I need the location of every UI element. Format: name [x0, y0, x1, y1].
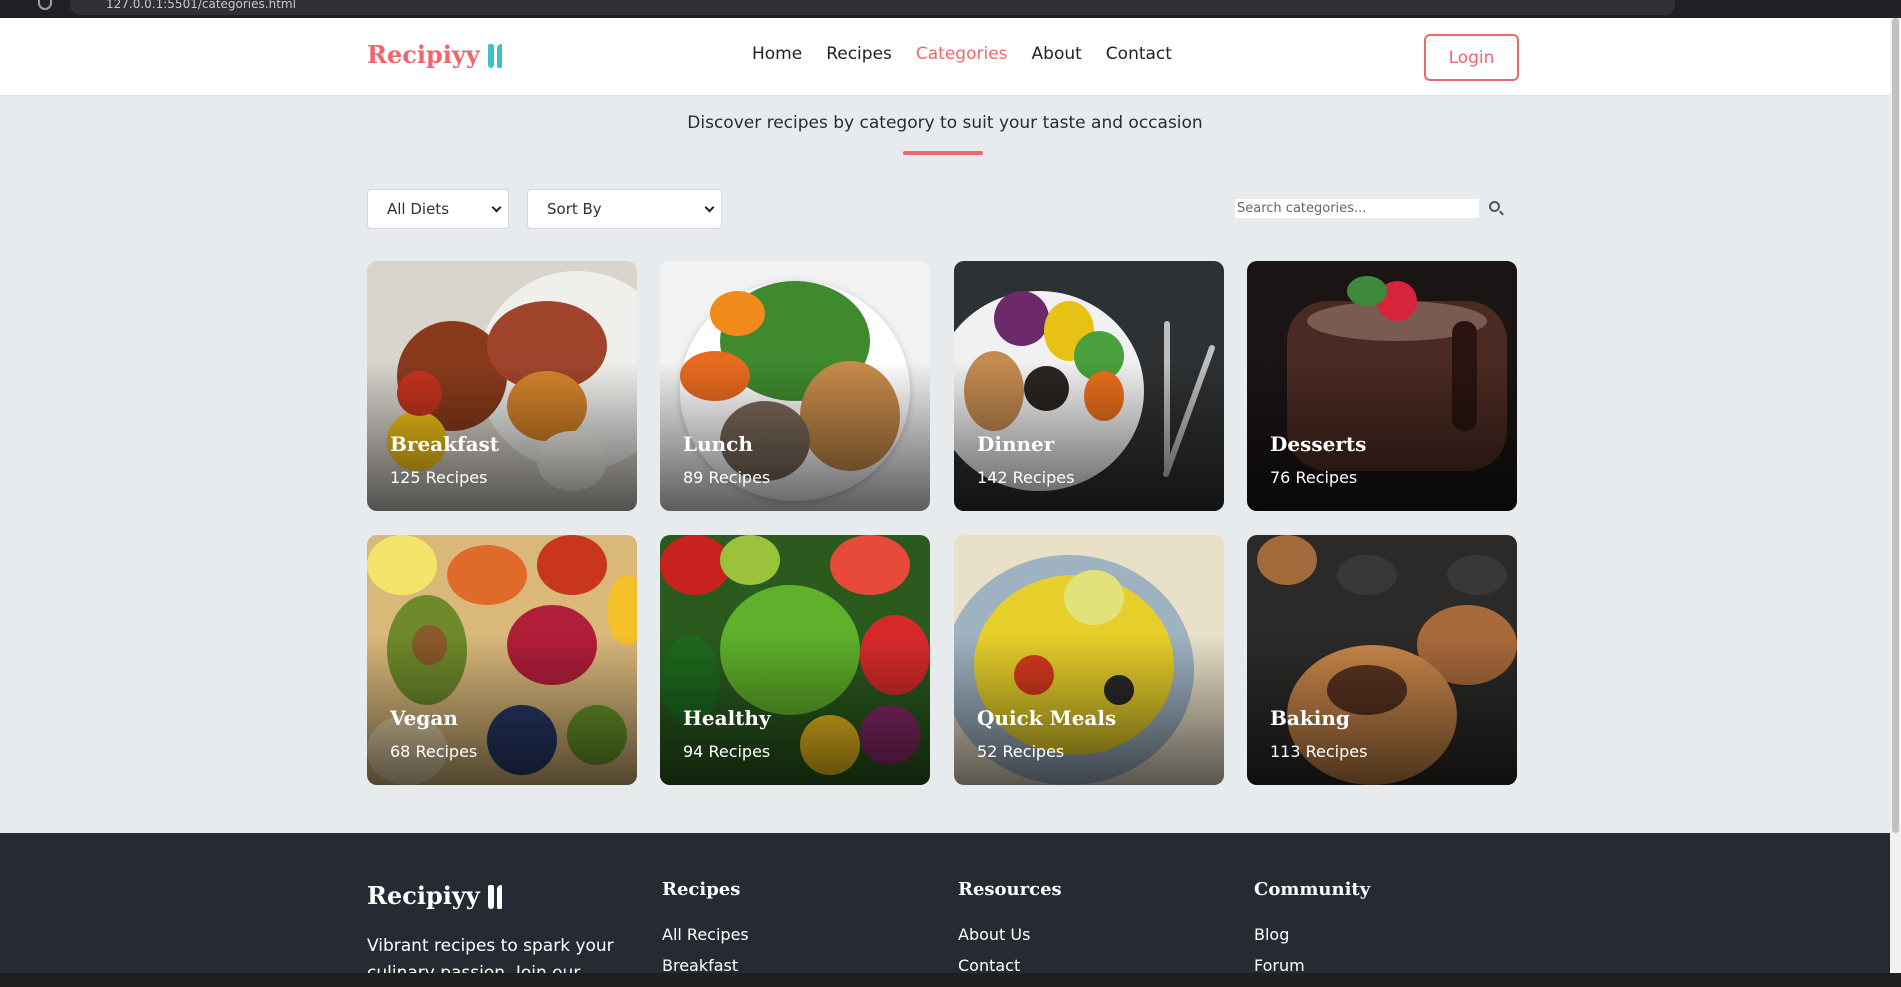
category-count: 76 Recipes [1270, 468, 1358, 487]
fork-knife-icon [487, 42, 502, 68]
tagline-line: Vibrant recipes to spark your [367, 936, 614, 956]
main-nav: Home Recipes Categories About Contact [752, 44, 1172, 64]
category-name: Breakfast [390, 432, 500, 456]
footer-link[interactable]: About Us [958, 925, 1062, 944]
login-button[interactable]: Login [1424, 34, 1519, 81]
site-logo[interactable]: Recipiyy [367, 40, 502, 69]
page-scrollbar[interactable] [1890, 18, 1901, 974]
diet-filter-value: All Diets [387, 200, 450, 218]
browser-toolbar: 127.0.0.1:5501/categories.html [0, 0, 1901, 18]
category-count: 125 Recipes [390, 468, 488, 487]
logo-text: Recipiyy [367, 40, 480, 69]
category-card-vegan[interactable]: Vegan 68 Recipes [367, 535, 637, 785]
page-subtitle: Discover recipes by category to suit you… [687, 113, 1203, 133]
category-count: 113 Recipes [1270, 742, 1368, 761]
nav-recipes[interactable]: Recipes [826, 44, 892, 64]
diet-filter-select[interactable]: All Diets [367, 189, 509, 229]
nav-contact[interactable]: Contact [1106, 44, 1172, 64]
chevron-down-icon [491, 202, 502, 213]
category-card-desserts[interactable]: Desserts 76 Recipes [1247, 261, 1517, 511]
category-name: Dinner [977, 432, 1055, 456]
reload-icon[interactable] [38, 0, 52, 10]
category-count: 94 Recipes [683, 742, 771, 761]
footer-column-community: Community Blog Forum [1254, 879, 1370, 987]
os-taskbar [0, 973, 1901, 987]
category-name: Desserts [1270, 432, 1367, 456]
footer-column-resources: Resources About Us Contact [958, 879, 1062, 987]
site-header: Recipiyy Home Recipes Categories About C… [0, 18, 1890, 96]
footer-column-title: Resources [958, 879, 1062, 900]
category-name: Healthy [683, 706, 771, 730]
category-count: 52 Recipes [977, 742, 1065, 761]
category-name: Baking [1270, 706, 1350, 730]
footer-logo[interactable]: Recipiyy [367, 881, 502, 910]
category-count: 142 Recipes [977, 468, 1075, 487]
sort-select[interactable]: Sort By [527, 189, 722, 229]
category-card-quick-meals[interactable]: Quick Meals 52 Recipes [954, 535, 1224, 785]
category-card-breakfast[interactable]: Breakfast 125 Recipes [367, 261, 637, 511]
category-name: Lunch [683, 432, 753, 456]
chevron-down-icon [704, 202, 715, 213]
footer-column-title: Community [1254, 879, 1371, 900]
title-underline [903, 151, 983, 155]
footer-column-title: Recipes [662, 879, 741, 900]
category-card-baking[interactable]: Baking 113 Recipes [1247, 535, 1517, 785]
category-card-lunch[interactable]: Lunch 89 Recipes [660, 261, 930, 511]
footer-logo-text: Recipiyy [367, 881, 480, 910]
fork-knife-icon [487, 883, 502, 909]
site-footer: Recipiyy Vibrant recipes to spark your c… [0, 833, 1890, 983]
category-card-healthy[interactable]: Healthy 94 Recipes [660, 535, 930, 785]
category-name: Quick Meals [977, 706, 1117, 730]
sort-value: Sort By [547, 200, 602, 218]
footer-column-recipes: Recipes All Recipes Breakfast [662, 879, 749, 987]
category-count: 89 Recipes [683, 468, 771, 487]
category-count: 68 Recipes [390, 742, 478, 761]
nav-about[interactable]: About [1032, 44, 1082, 64]
address-bar-url: 127.0.0.1:5501/categories.html [106, 0, 296, 11]
category-search-input[interactable]: Search categories... [1234, 198, 1480, 219]
search-icon[interactable] [1489, 201, 1500, 212]
footer-link[interactable]: Blog [1254, 925, 1370, 944]
scrollbar-thumb[interactable] [1892, 18, 1899, 833]
address-bar[interactable]: 127.0.0.1:5501/categories.html [70, 0, 1675, 15]
category-card-dinner[interactable]: Dinner 142 Recipes [954, 261, 1224, 511]
nav-categories[interactable]: Categories [916, 44, 1008, 64]
footer-link[interactable]: All Recipes [662, 925, 749, 944]
category-name: Vegan [390, 706, 458, 730]
nav-home[interactable]: Home [752, 44, 802, 64]
